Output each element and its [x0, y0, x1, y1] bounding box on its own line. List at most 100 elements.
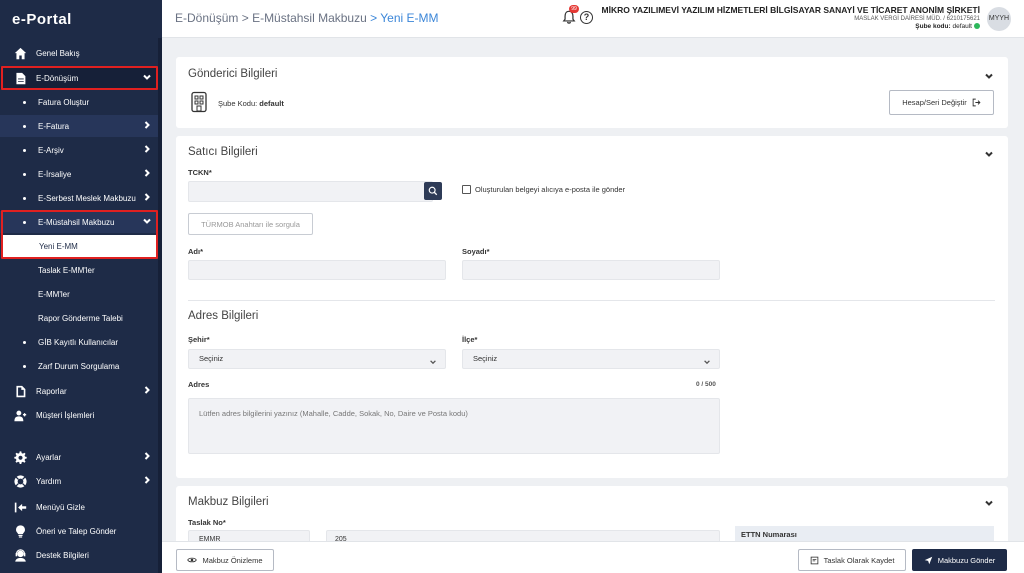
action-footer: Makbuz Önizleme Taslak Olarak Kaydet Mak… — [162, 541, 1024, 573]
surname-input[interactable] — [462, 260, 720, 280]
chevron-down-icon[interactable] — [984, 146, 994, 157]
sidebar-item-label: Öneri ve Talep Gönder — [36, 526, 117, 536]
seller-card-title: Satıcı Bilgileri — [188, 146, 258, 158]
city-label: Şehir* — [188, 335, 210, 344]
eye-icon — [187, 556, 198, 564]
email-send-checkbox[interactable] — [462, 185, 471, 194]
chevron-right-icon — [142, 192, 152, 204]
search-icon — [428, 186, 438, 196]
name-label: Adı* — [188, 247, 203, 256]
app-logo[interactable]: e-Portal — [0, 0, 162, 38]
send-icon — [924, 556, 933, 565]
company-info[interactable]: MİKRO YAZILIMEVİ YAZILIM HİZMETLERİ BİLG… — [602, 5, 980, 30]
district-select[interactable]: Seçiniz — [462, 349, 720, 369]
notification-badge: 99 — [569, 5, 579, 13]
sidebar-item-label: E-İrsaliye — [38, 169, 72, 179]
sidebar-item-menuyu-gizle[interactable]: Menüyü Gizle — [0, 496, 158, 518]
send-receipt-label: Makbuzu Gönder — [937, 555, 996, 565]
sidebar-item-label: Ayarlar — [36, 452, 62, 462]
sidebar-item-label: Zarf Durum Sorgulama — [38, 361, 120, 371]
sidebar-item-label: Taslak E-MM'ler — [38, 265, 95, 275]
district-label: İlçe* — [462, 335, 478, 344]
home-icon — [13, 46, 27, 60]
avatar[interactable]: MYYH — [987, 7, 1011, 31]
support-icon — [13, 548, 27, 562]
receipt-preview-button[interactable]: Makbuz Önizleme — [176, 549, 274, 571]
chevron-right-icon — [142, 120, 152, 132]
save-draft-button[interactable]: Taslak Olarak Kaydet — [798, 549, 906, 571]
help-icon[interactable]: ? — [580, 11, 593, 24]
sidebar-item-e-serbest-meslek[interactable]: E-Serbest Meslek Makbuzu — [0, 187, 158, 209]
tckn-search-button[interactable] — [424, 182, 442, 200]
chevron-right-icon — [142, 475, 152, 487]
gear-icon — [13, 450, 27, 464]
status-online-icon — [974, 23, 980, 30]
sender-branch-info: Şube Kodu: default — [218, 99, 284, 108]
sidebar-item-label: Fatura Oluştur — [38, 97, 90, 107]
branch-value: default — [952, 23, 972, 30]
sidebar-item-yardim[interactable]: Yardım — [0, 470, 158, 492]
name-input[interactable] — [188, 260, 446, 280]
tckn-input[interactable] — [188, 181, 433, 202]
sidebar-item-rapor-gonderme[interactable]: Rapor Gönderme Talebi — [0, 307, 158, 329]
chevron-right-icon — [142, 168, 152, 180]
branch-info: Şube kodu: default — [602, 23, 980, 30]
sidebar-item-destek-bilgileri[interactable]: Destek Bilgileri — [0, 544, 158, 566]
sidebar-item-e-fatura[interactable]: E-Fatura — [0, 115, 158, 137]
chevron-down-icon[interactable] — [984, 495, 994, 506]
sidebar-item-label: Müşteri İşlemleri — [36, 410, 95, 420]
sidebar-item-oneri-talep[interactable]: Öneri ve Talep Gönder — [0, 520, 158, 542]
receipt-card-title: Makbuz Bilgileri — [188, 496, 269, 508]
sender-info-card: Gönderici Bilgileri Şube Kodu: default H… — [176, 57, 1008, 128]
bullet-icon — [23, 364, 26, 368]
city-select[interactable]: Seçiniz — [188, 349, 446, 369]
send-receipt-button[interactable]: Makbuzu Gönder — [912, 549, 1007, 571]
breadcrumb-separator: > — [241, 11, 249, 25]
chevron-down-icon — [703, 355, 711, 373]
section-divider — [188, 300, 995, 301]
bullet-icon — [23, 100, 26, 104]
sidebar-item-taslak-emm[interactable]: Taslak E-MM'ler — [0, 259, 158, 281]
surname-label: Soyadı* — [462, 247, 490, 256]
turmob-query-button[interactable]: TÜRMOB Anahtarı ile sorgula — [188, 213, 313, 235]
sidebar-item-gib-kayitli[interactable]: GİB Kayıtlı Kullanıcılar — [0, 331, 158, 353]
sidebar-item-e-irsaliye[interactable]: E-İrsaliye — [0, 163, 158, 185]
sidebar-item-e-arsiv[interactable]: E-Arşiv — [0, 139, 158, 161]
address-label: Adres — [188, 380, 210, 389]
sidebar-item-zarf-durum[interactable]: Zarf Durum Sorgulama — [0, 355, 158, 377]
sidebar: e-Portal Genel Bakış E-Dönüşüm Fatura Ol… — [0, 0, 162, 573]
chevron-right-icon — [142, 385, 152, 397]
highlight-e-donusum — [1, 66, 158, 90]
address-textarea[interactable]: Lütfen adres bilgilerini yazınız (Mahall… — [188, 398, 720, 454]
sidebar-item-fatura-olustur[interactable]: Fatura Oluştur — [0, 91, 158, 113]
breadcrumb-item-e-mustahsil[interactable]: E-Müstahsil Makbuzu — [252, 11, 367, 25]
lightbulb-icon — [13, 524, 27, 538]
branch-building-icon — [188, 91, 210, 113]
sidebar-scrollbar[interactable] — [158, 38, 162, 573]
sidebar-item-genel-bakis[interactable]: Genel Bakış — [0, 42, 158, 64]
sidebar-item-emm-list[interactable]: E-MM'ler — [0, 283, 158, 305]
collapse-menu-icon — [13, 500, 27, 514]
sidebar-item-ayarlar[interactable]: Ayarlar — [0, 446, 158, 468]
breadcrumb-item-e-donusum[interactable]: E-Dönüşüm — [175, 11, 238, 25]
address-char-counter: 0 / 500 — [696, 381, 716, 388]
sidebar-item-raporlar[interactable]: Raporlar — [0, 380, 158, 402]
change-account-label: Hesap/Seri Değiştir — [902, 98, 967, 107]
change-account-series-button[interactable]: Hesap/Seri Değiştir — [889, 90, 994, 115]
sender-card-title: Gönderici Bilgileri — [188, 68, 278, 80]
breadcrumb-item-current: Yeni E-MM — [380, 11, 439, 25]
email-send-checkbox-label[interactable]: Oluşturulan belgeyi alıcıya e-posta ile … — [475, 185, 625, 194]
sidebar-item-label: Yardım — [36, 476, 62, 486]
sidebar-item-musteri-islemleri[interactable]: Müşteri İşlemleri — [0, 404, 158, 426]
sidebar-item-label: Rapor Gönderme Talebi — [38, 313, 123, 323]
sidebar-item-label: E-Serbest Meslek Makbuzu — [38, 193, 136, 203]
city-select-value: Seçiniz — [199, 354, 224, 363]
draft-icon — [810, 556, 819, 565]
chevron-down-icon[interactable] — [984, 68, 994, 79]
bullet-icon — [23, 340, 26, 344]
sidebar-item-label: Destek Bilgileri — [36, 550, 89, 560]
receipt-preview-label: Makbuz Önizleme — [202, 555, 263, 565]
breadcrumb-separator: > — [370, 11, 378, 25]
receipt-info-card: Makbuz Bilgileri Taslak No* EMMR 205 ETT… — [176, 486, 1008, 550]
sender-branch-value: default — [259, 99, 284, 108]
